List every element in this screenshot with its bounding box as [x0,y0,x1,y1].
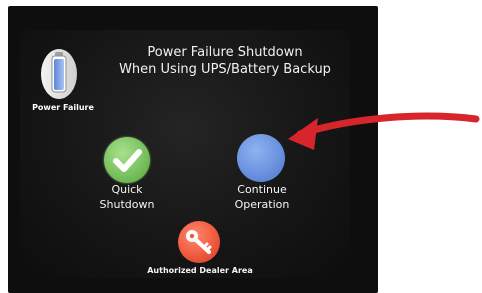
quick-shutdown-button[interactable] [104,137,150,183]
photo-stage: Power Failure Shutdown When Using UPS/Ba… [0,0,482,293]
screen-header: Power Failure Shutdown When Using UPS/Ba… [115,44,335,78]
authorized-dealer-button[interactable] [178,221,220,263]
header-subtitle: When Using UPS/Battery Backup [119,62,331,77]
key-icon [186,230,212,254]
continue-operation-button[interactable] [237,134,285,182]
checkmark-icon [113,149,142,172]
continue-operation-label-line2: Operation [234,198,290,211]
power-failure-label: Power Failure [32,103,94,112]
quick-shutdown-label: Quick Shutdown [82,182,172,212]
authorized-dealer-label: Authorized Dealer Area [147,266,253,275]
quick-shutdown-label-line1: Quick [111,183,143,196]
header-title: Power Failure Shutdown [147,45,303,60]
quick-shutdown-label-line2: Shutdown [99,198,155,211]
continue-operation-label-line1: Continue [237,183,287,196]
battery-icon [41,49,77,99]
lcd-screen: Power Failure Shutdown When Using UPS/Ba… [20,30,350,278]
continue-operation-label: Continue Operation [216,182,308,212]
